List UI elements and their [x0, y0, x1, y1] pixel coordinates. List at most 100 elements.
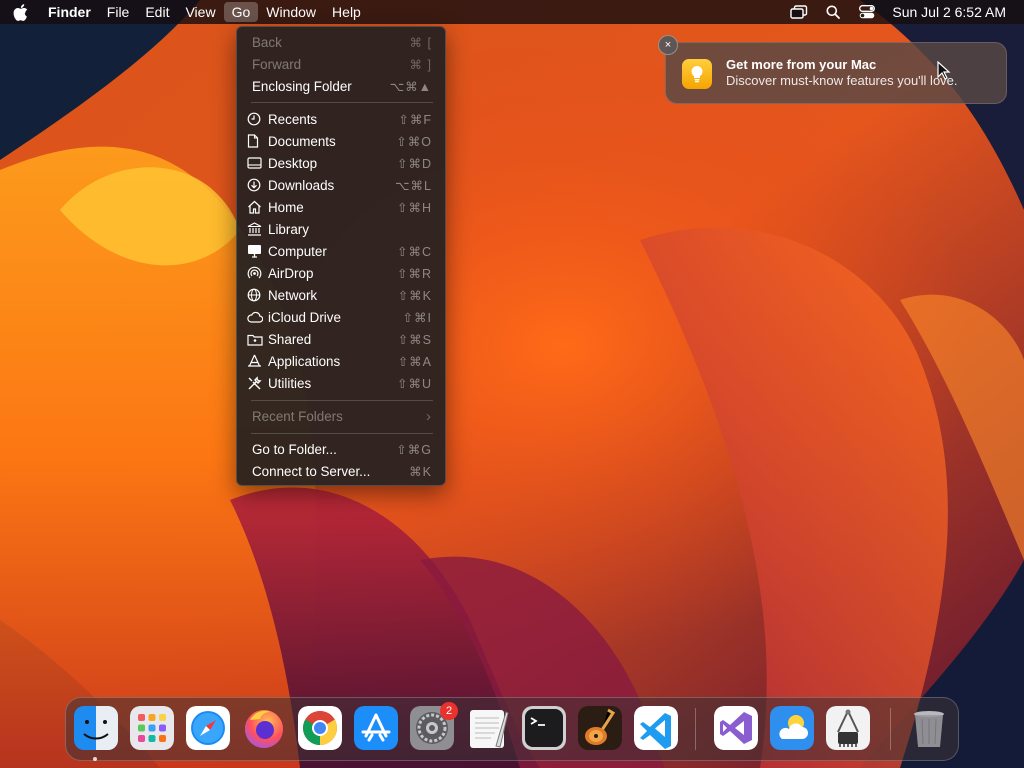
desktop-icon	[242, 157, 268, 169]
menu-item-shortcut: ⇧⌘F	[398, 112, 432, 127]
menu-item-shortcut: ⇧⌘S	[397, 332, 432, 347]
menu-edit[interactable]: Edit	[137, 0, 177, 24]
document-icon	[242, 134, 268, 148]
menu-item-label: Shared	[268, 331, 312, 347]
notification-title: Get more from your Mac	[726, 57, 877, 72]
menu-item-downloads[interactable]: Downloads ⌥⌘L	[242, 174, 440, 196]
menu-item-enclosing-folder[interactable]: Enclosing Folder ⌥⌘▲	[242, 75, 440, 97]
menu-item-forward[interactable]: Forward ⌘ ]	[242, 53, 440, 75]
menu-item-shortcut: ⇧⌘H	[396, 200, 432, 215]
menu-item-shortcut: ⌘ [	[409, 35, 432, 50]
menu-item-label: Network	[268, 287, 318, 303]
firefox-icon[interactable]	[242, 706, 286, 750]
menu-item-shortcut: ⇧⌘C	[396, 244, 432, 259]
menu-item-label: Downloads	[268, 177, 335, 193]
menu-help[interactable]: Help	[324, 0, 369, 24]
go-menu-dropdown: Back ⌘ [ Forward ⌘ ] Enclosing Folder ⌥⌘…	[236, 26, 446, 486]
menu-item-label: Home	[268, 199, 304, 215]
apple-menu-icon[interactable]	[0, 0, 40, 24]
menu-item-label: Go to Folder...	[252, 441, 337, 457]
menu-item-computer[interactable]: Computer ⇧⌘C	[242, 240, 440, 262]
lightbulb-icon	[682, 59, 712, 89]
cloud-icon	[242, 311, 268, 323]
menu-item-shortcut: ⇧⌘D	[396, 156, 432, 171]
vscode-icon[interactable]	[634, 706, 678, 750]
menu-item-shortcut: ⇧⌘A	[397, 354, 432, 369]
dock-divider	[890, 708, 891, 750]
menu-item-label: iCloud Drive	[268, 309, 341, 325]
app-store-icon[interactable]	[354, 706, 398, 750]
terminal-icon[interactable]	[522, 706, 566, 750]
menu-item-applications[interactable]: Applications ⇧⌘A	[242, 350, 440, 372]
safari-icon[interactable]	[186, 706, 230, 750]
download-icon	[242, 178, 268, 192]
control-center-icon[interactable]	[850, 0, 884, 24]
menu-item-documents[interactable]: Documents ⇧⌘O	[242, 130, 440, 152]
menu-item-home[interactable]: Home ⇧⌘H	[242, 196, 440, 218]
menu-item-shared[interactable]: Shared ⇧⌘S	[242, 328, 440, 350]
menu-app-name[interactable]: Finder	[40, 0, 99, 24]
finder-icon[interactable]	[74, 706, 118, 750]
garageband-icon[interactable]	[578, 706, 622, 750]
menu-separator	[251, 400, 433, 401]
menu-item-shortcut: ⇧⌘G	[396, 442, 432, 457]
system-information-icon[interactable]	[826, 706, 870, 750]
utilities-icon	[242, 375, 268, 391]
menu-item-label: Desktop	[268, 155, 318, 171]
trash-icon[interactable]	[907, 706, 951, 750]
chrome-icon[interactable]	[298, 706, 342, 750]
submenu-chevron-icon: ›	[426, 407, 432, 425]
menu-item-airdrop[interactable]: AirDrop ⇧⌘R	[242, 262, 440, 284]
menu-item-label: Library	[268, 221, 309, 237]
menu-item-label: Enclosing Folder	[252, 78, 352, 94]
airdrop-icon	[242, 266, 268, 281]
menu-item-shortcut: ⇧⌘U	[396, 376, 432, 391]
menu-go[interactable]: Go	[223, 2, 259, 22]
launchpad-icon[interactable]	[130, 706, 174, 750]
menu-item-label: AirDrop	[268, 265, 314, 281]
dock-divider	[695, 708, 696, 750]
menu-item-connect-to-server[interactable]: Connect to Server... ⌘K	[242, 460, 440, 482]
menu-item-icloud-drive[interactable]: iCloud Drive ⇧⌘I	[242, 306, 440, 328]
screen-mirroring-icon[interactable]	[782, 0, 816, 24]
network-icon	[242, 288, 268, 302]
menu-item-library[interactable]: Library	[242, 218, 440, 240]
weather-icon[interactable]	[770, 706, 814, 750]
menu-item-shortcut: ⇧⌘R	[396, 266, 432, 281]
menu-item-desktop[interactable]: Desktop ⇧⌘D	[242, 152, 440, 174]
textedit-icon[interactable]	[466, 706, 510, 750]
spotlight-search-icon[interactable]	[816, 0, 850, 24]
applications-icon	[242, 354, 268, 368]
menu-item-shortcut: ⇧⌘K	[397, 288, 432, 303]
menu-item-shortcut: ⌘K	[409, 464, 432, 479]
running-indicator	[93, 757, 97, 761]
menu-item-back[interactable]: Back ⌘ [	[242, 31, 440, 53]
menu-item-shortcut: ⌘ ]	[409, 57, 432, 72]
menu-view[interactable]: View	[177, 0, 223, 24]
menu-separator	[251, 433, 433, 434]
menu-item-go-to-folder[interactable]: Go to Folder... ⇧⌘G	[242, 438, 440, 460]
notification-close-button[interactable]: ×	[658, 35, 678, 55]
mouse-pointer-icon	[937, 61, 951, 80]
menu-item-network[interactable]: Network ⇧⌘K	[242, 284, 440, 306]
menu-item-label: Connect to Server...	[252, 463, 371, 479]
menu-item-shortcut: ⇧⌘I	[402, 310, 432, 325]
menu-window[interactable]: Window	[258, 0, 324, 24]
menubar-clock[interactable]: Sun Jul 2 6:52 AM	[884, 0, 1024, 24]
menu-item-recents[interactable]: Recents ⇧⌘F	[242, 108, 440, 130]
clock-icon	[242, 112, 268, 126]
menu-item-shortcut: ⌥⌘▲	[389, 79, 432, 94]
menu-file[interactable]: File	[99, 0, 138, 24]
notification-badge: 2	[440, 702, 458, 720]
menu-item-utilities[interactable]: Utilities ⇧⌘U	[242, 372, 440, 394]
menu-item-label: Utilities	[268, 375, 312, 391]
tips-notification[interactable]: × Get more from your Mac Discover must-k…	[658, 35, 1007, 104]
menu-item-label: Recent Folders	[252, 408, 343, 424]
home-icon	[242, 200, 268, 214]
menu-item-label: Applications	[268, 353, 341, 369]
menu-item-label: Documents	[268, 133, 336, 149]
menu-item-recent-folders[interactable]: Recent Folders ›	[242, 405, 440, 427]
visual-studio-icon[interactable]	[714, 706, 758, 750]
dock	[65, 697, 959, 761]
menu-separator	[251, 102, 433, 103]
